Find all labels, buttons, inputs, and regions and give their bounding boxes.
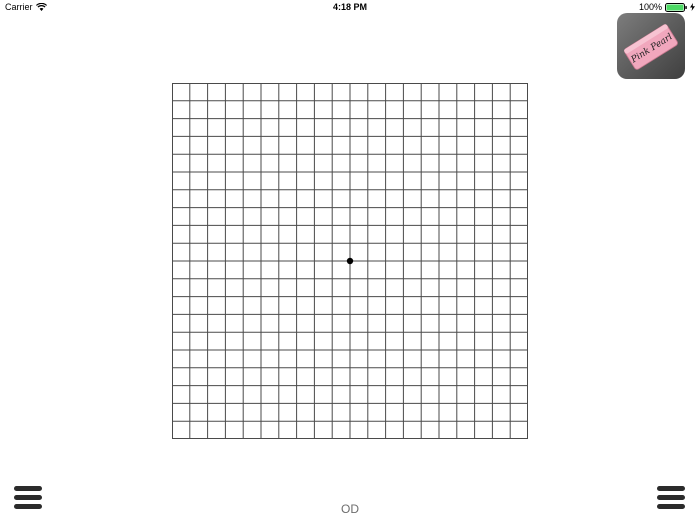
status-bar: Carrier 4:18 PM 100%: [0, 0, 700, 14]
hamburger-menu-icon: [14, 495, 42, 500]
battery-group: 100%: [639, 2, 695, 12]
amsler-screen: Carrier 4:18 PM 100% Pink Pearl OD: [0, 0, 700, 525]
battery-fill: [666, 4, 684, 10]
amsler-grid[interactable]: [172, 83, 528, 439]
fixation-dot: [346, 257, 354, 265]
clock: 4:18 PM: [332, 2, 367, 12]
battery-icon: [665, 2, 687, 12]
charging-bolt-icon: [690, 3, 695, 11]
eraser-button[interactable]: Pink Pearl: [617, 13, 685, 79]
hamburger-menu-icon: [657, 504, 685, 509]
eye-label: OD: [341, 502, 359, 516]
battery-percent: 100%: [638, 2, 662, 12]
eraser-icon: Pink Pearl: [624, 24, 678, 70]
right-menu-button[interactable]: [657, 486, 685, 512]
hamburger-menu-icon: [14, 486, 42, 491]
hamburger-menu-icon: [657, 495, 685, 500]
hamburger-menu-icon: [657, 486, 685, 491]
